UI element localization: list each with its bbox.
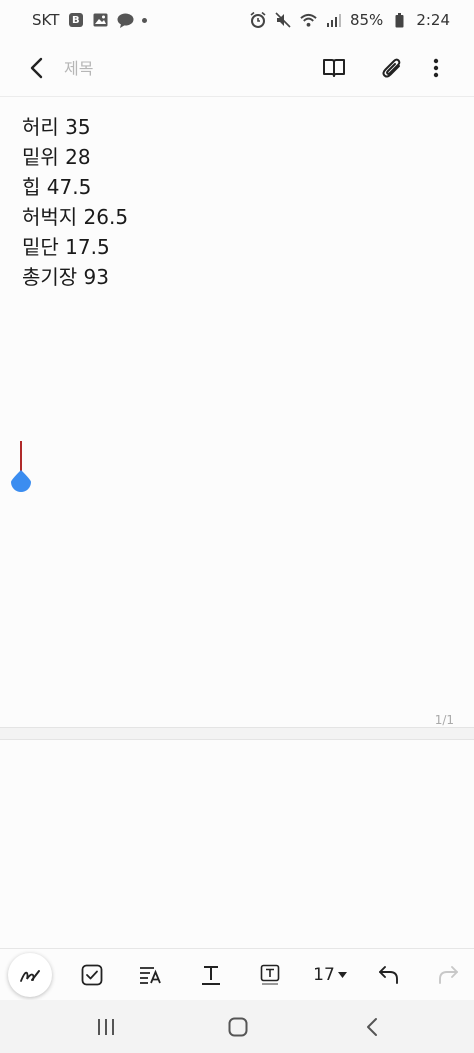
font-size-selector[interactable]: 17 — [306, 955, 354, 995]
text-box-button[interactable] — [250, 955, 290, 995]
image-icon — [92, 12, 109, 29]
redo-button[interactable] — [428, 955, 468, 995]
redo-icon — [439, 966, 458, 984]
more-options-button[interactable] — [418, 50, 454, 86]
note-line: 밑단 17.5 — [22, 235, 110, 259]
text-format-button[interactable] — [191, 955, 231, 995]
home-icon — [228, 1017, 248, 1037]
checkbox-button[interactable] — [72, 955, 112, 995]
more-vertical-icon — [433, 58, 439, 78]
talk-icon — [117, 12, 134, 29]
page-separator — [0, 739, 474, 740]
dropdown-arrow-icon — [337, 972, 347, 978]
handwriting-button[interactable] — [8, 953, 52, 997]
title-input[interactable] — [64, 54, 284, 82]
note-line: 힙 47.5 — [22, 175, 92, 199]
status-bar: SKT B 85% 2:24 — [0, 0, 474, 40]
undo-button[interactable] — [369, 955, 409, 995]
wifi-icon — [300, 12, 317, 29]
page-gap — [0, 728, 474, 739]
page-indicator: 1/1 — [434, 713, 454, 727]
cursor-handle[interactable] — [11, 470, 31, 492]
book-view-button[interactable] — [316, 50, 352, 86]
recent-apps-button[interactable] — [89, 1010, 123, 1044]
font-size-value: 17 — [313, 965, 335, 985]
b-icon: B — [67, 12, 84, 29]
signal-icon — [325, 12, 342, 29]
chevron-left-icon — [367, 1018, 377, 1036]
note-line: 총기장 93 — [22, 265, 110, 289]
battery-icon — [391, 12, 408, 29]
text-format-icon — [202, 966, 220, 985]
checkbox-icon — [81, 964, 103, 986]
app-bar-divider — [0, 96, 474, 97]
home-button[interactable] — [221, 1010, 255, 1044]
text-box-icon — [260, 964, 280, 985]
text-style-icon — [140, 967, 161, 984]
alarm-icon — [250, 12, 267, 29]
editor-toolbar: 17 — [0, 948, 474, 1000]
carrier-label: SKT — [32, 11, 60, 29]
system-back-button[interactable] — [355, 1010, 389, 1044]
battery-percent: 85% — [349, 11, 384, 29]
note-line: 밑위 28 — [22, 145, 91, 169]
navigation-bar — [0, 1000, 474, 1053]
app-bar — [0, 40, 474, 96]
note-line: 허리 35 — [22, 115, 91, 139]
back-button[interactable] — [20, 52, 52, 84]
handwriting-pen-icon — [20, 970, 40, 982]
text-style-button[interactable] — [131, 955, 171, 995]
mute-icon — [275, 12, 292, 29]
recent-apps-icon — [98, 1019, 114, 1035]
undo-icon — [379, 966, 398, 984]
paperclip-icon — [382, 58, 401, 78]
book-view-icon — [323, 59, 345, 77]
note-body[interactable]: 허리 35 밑위 28 힙 47.5 허벅지 26.5 밑단 17.5 총기장 … — [22, 112, 452, 292]
back-arrow-icon — [30, 57, 43, 79]
attach-button[interactable] — [374, 50, 410, 86]
clock: 2:24 — [416, 11, 450, 29]
dot-icon — [142, 17, 148, 23]
note-line: 허벅지 26.5 — [22, 205, 129, 229]
